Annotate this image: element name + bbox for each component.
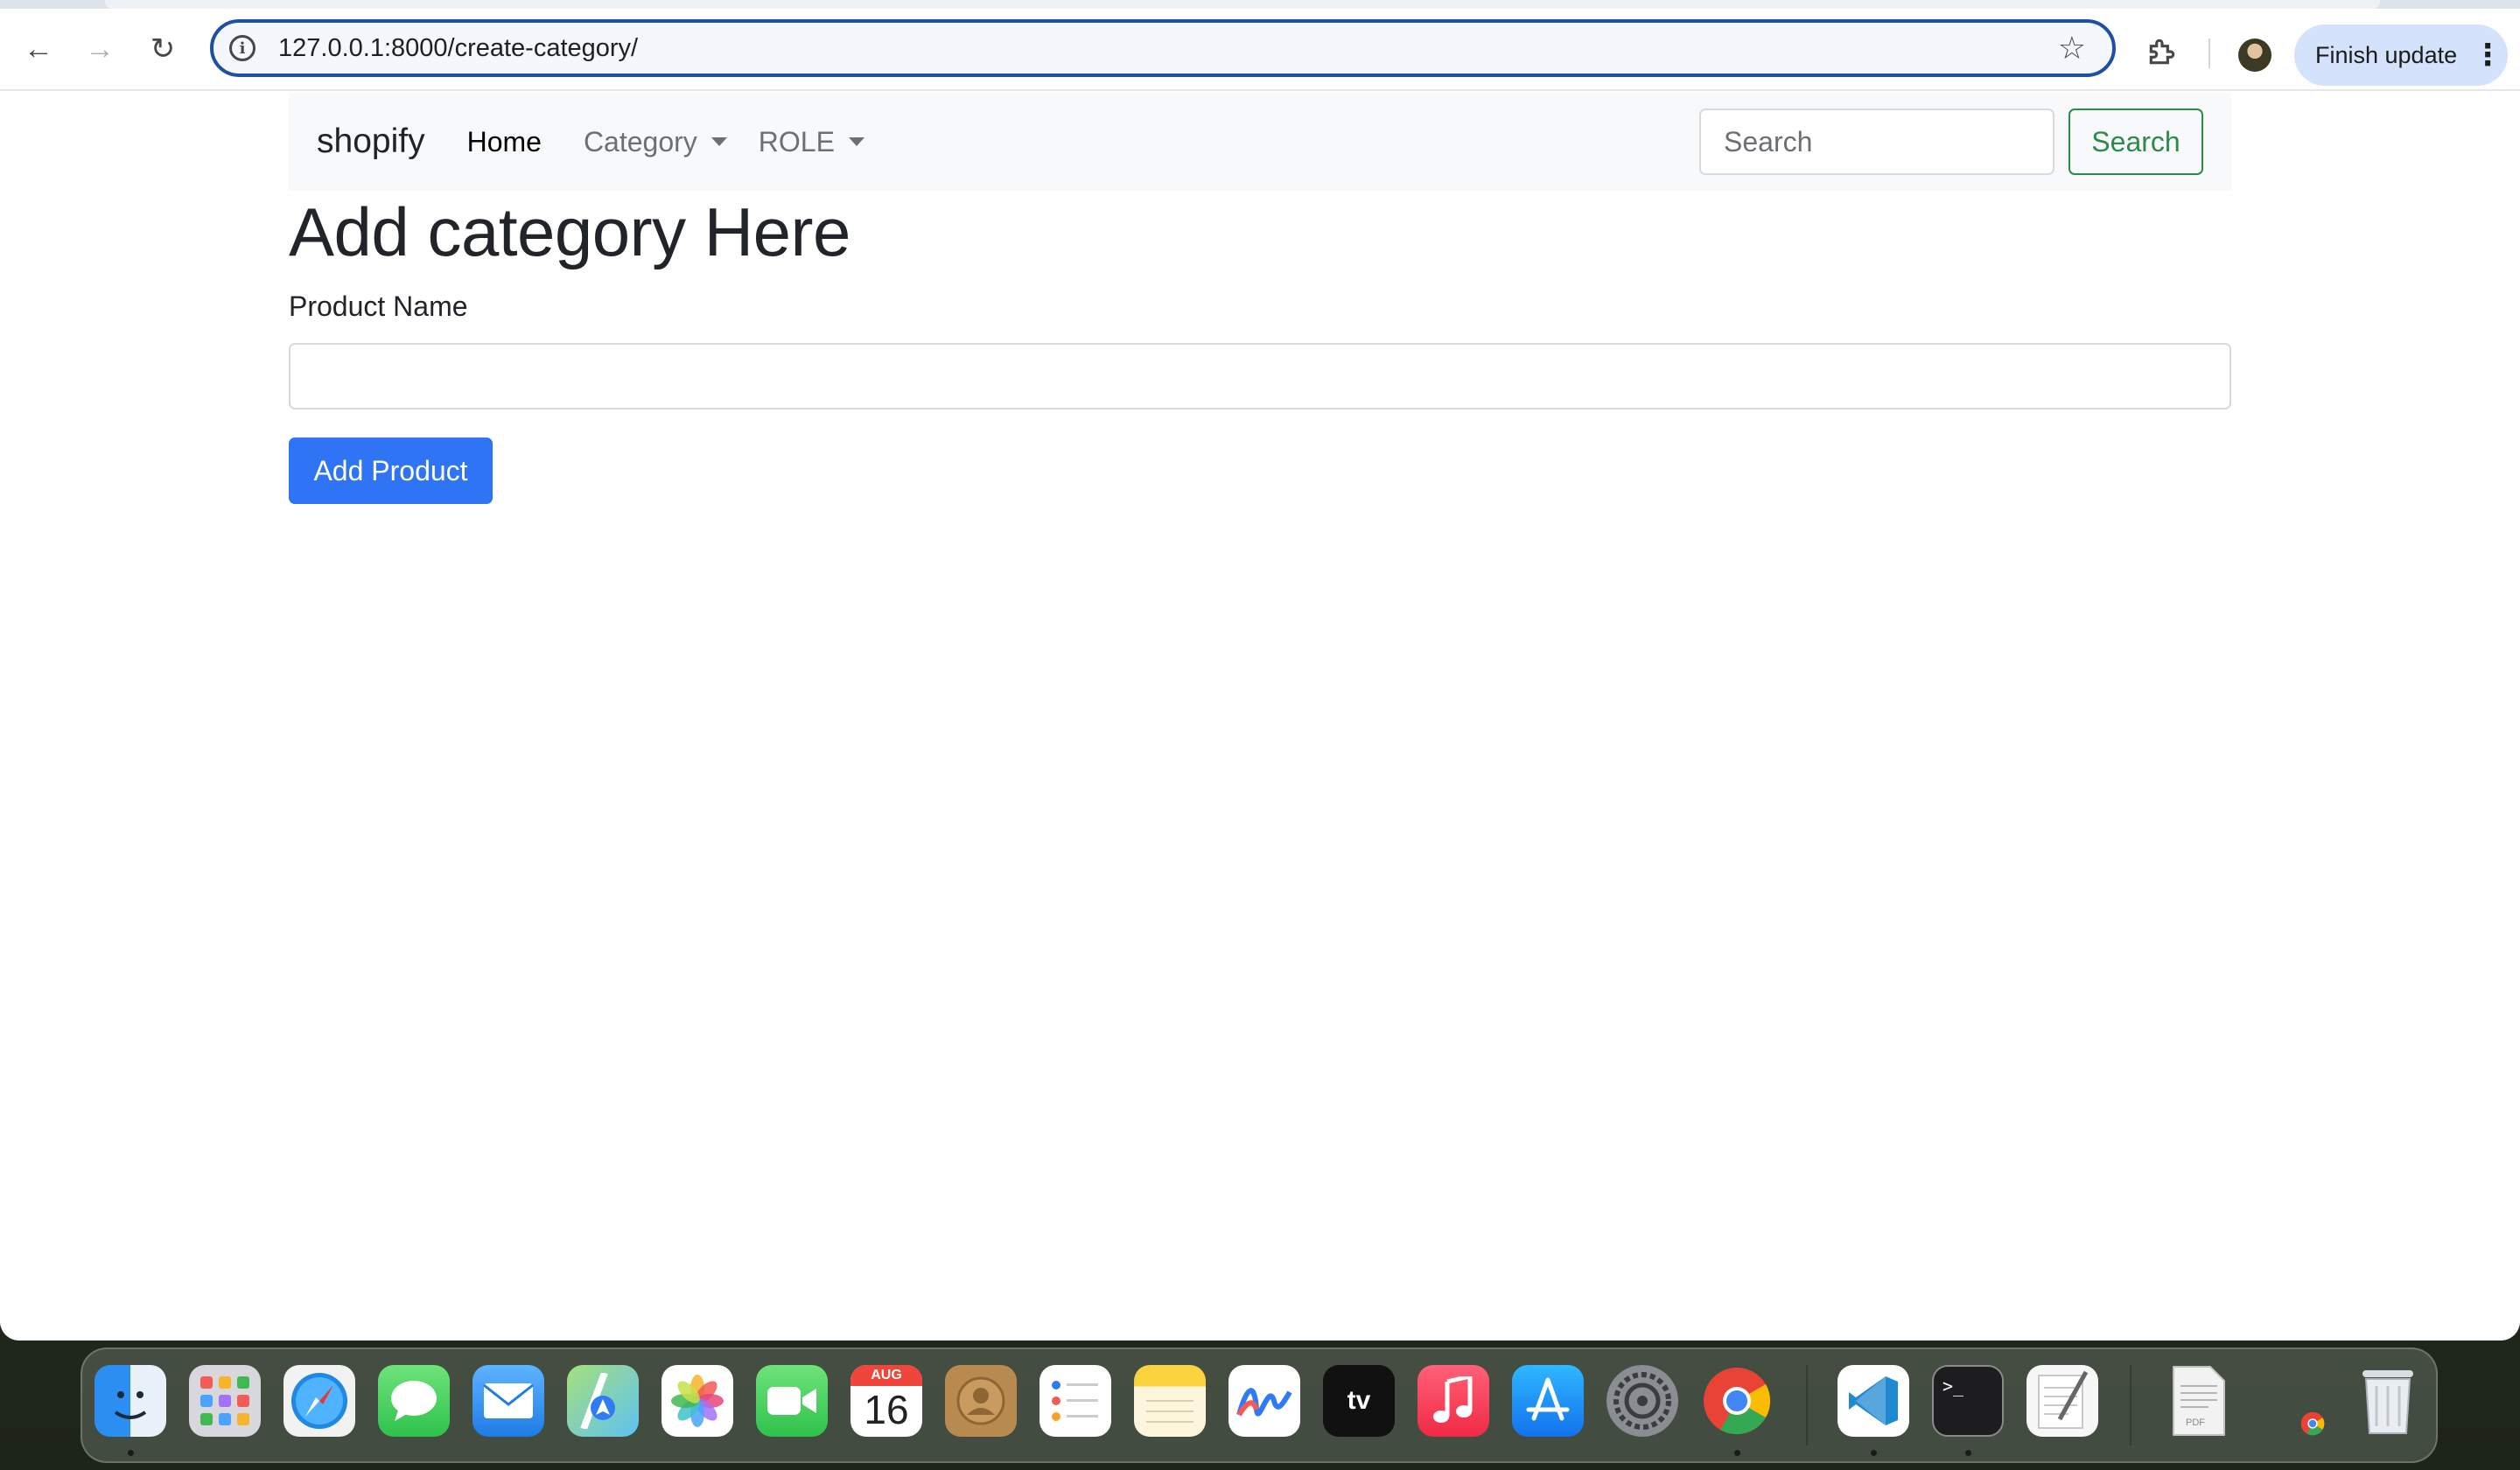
search-button[interactable]: Search	[2068, 108, 2203, 175]
pdf-document-icon[interactable]: PDF	[2163, 1365, 2235, 1437]
tab-strip	[0, 0, 2520, 9]
chrome-download-icon[interactable]	[2300, 1410, 2326, 1437]
facetime-icon[interactable]	[756, 1365, 828, 1437]
kebab-menu-icon[interactable]: ⋮	[2473, 40, 2502, 70]
arrow-right-icon: →	[85, 32, 115, 66]
freeform-icon[interactable]	[1228, 1365, 1300, 1437]
navbar-brand[interactable]: shopify	[317, 122, 425, 161]
running-indicator	[1734, 1450, 1740, 1456]
calendar-day: 16	[864, 1387, 909, 1432]
finish-update-button[interactable]: Finish update ⋮	[2294, 24, 2508, 86]
maps-icon[interactable]	[567, 1365, 639, 1437]
dock-separator	[1806, 1365, 1808, 1446]
nav-link-home[interactable]: Home	[467, 126, 542, 158]
apple-tv-label: tv	[1347, 1386, 1371, 1415]
toolbar-divider	[2208, 38, 2210, 68]
app-store-icon[interactable]	[1512, 1365, 1584, 1437]
textedit-icon[interactable]	[2026, 1365, 2098, 1437]
extensions-puzzle-icon[interactable]	[2138, 28, 2186, 75]
address-bar[interactable]: i 127.0.0.1:8000/create-category/ ☆	[210, 19, 2116, 77]
messages-icon[interactable]	[378, 1365, 450, 1437]
system-settings-icon[interactable]	[1606, 1365, 1678, 1437]
search-input[interactable]	[1699, 108, 2054, 175]
caret-down-icon	[710, 137, 727, 146]
contacts-icon[interactable]	[945, 1365, 1017, 1437]
mail-icon[interactable]	[472, 1365, 544, 1437]
add-product-button[interactable]: Add Product	[289, 438, 493, 504]
profile-avatar[interactable]	[2238, 38, 2272, 72]
pdf-label: PDF	[2186, 1418, 2205, 1428]
nav-dropdown-role-label: ROLE	[758, 125, 835, 158]
calendar-month: AUG	[850, 1365, 922, 1386]
arrow-left-icon: ←	[24, 32, 53, 66]
browser-window: ← → ↻ i 127.0.0.1:8000/create-category/ …	[0, 0, 2520, 1340]
running-indicator	[1871, 1450, 1877, 1456]
finish-update-label: Finish update	[2315, 41, 2458, 68]
back-button[interactable]: ←	[14, 24, 63, 74]
launchpad-icon[interactable]	[189, 1365, 261, 1437]
reload-icon: ↻	[150, 32, 176, 66]
running-indicator	[1965, 1450, 1971, 1456]
reload-button[interactable]: ↻	[138, 24, 187, 74]
calendar-icon[interactable]: AUG 16	[850, 1365, 922, 1437]
site-navbar: shopify Home Category ROLE Search	[289, 93, 2231, 191]
finder-icon[interactable]	[94, 1365, 166, 1437]
active-tab[interactable]	[105, 0, 2380, 9]
site-info-icon[interactable]: i	[229, 35, 256, 61]
product-name-label: Product Name	[289, 290, 468, 322]
nav-dropdown-category-label: Category	[583, 125, 697, 158]
terminal-prompt-icon: >_	[1942, 1376, 1964, 1396]
forward-button[interactable]: →	[75, 24, 124, 74]
apple-tv-icon[interactable]: tv	[1323, 1365, 1395, 1437]
dock-separator	[2130, 1365, 2132, 1446]
terminal-icon[interactable]: >_	[1932, 1365, 2004, 1437]
browser-toolbar: ← → ↻ i 127.0.0.1:8000/create-category/ …	[0, 9, 2520, 91]
notes-icon[interactable]	[1134, 1365, 1206, 1437]
caret-down-icon	[848, 137, 864, 146]
running-indicator	[128, 1450, 134, 1456]
page-title: Add category Here	[289, 193, 850, 270]
safari-icon[interactable]	[284, 1365, 355, 1437]
address-url[interactable]: 127.0.0.1:8000/create-category/	[278, 34, 2058, 63]
photos-icon[interactable]	[662, 1365, 733, 1437]
reminders-icon[interactable]	[1040, 1365, 1111, 1437]
music-icon[interactable]	[1418, 1365, 1489, 1437]
web-page: shopify Home Category ROLE Search Add ca…	[0, 91, 2520, 1340]
nav-dropdown-role[interactable]: ROLE	[759, 126, 864, 158]
product-name-input[interactable]	[289, 343, 2231, 410]
vscode-icon[interactable]	[1838, 1365, 1909, 1437]
bookmark-star-icon[interactable]: ☆	[2058, 30, 2086, 66]
nav-dropdown-category[interactable]: Category	[584, 126, 727, 158]
chrome-icon[interactable]	[1701, 1365, 1773, 1437]
trash-icon[interactable]	[2352, 1365, 2424, 1437]
